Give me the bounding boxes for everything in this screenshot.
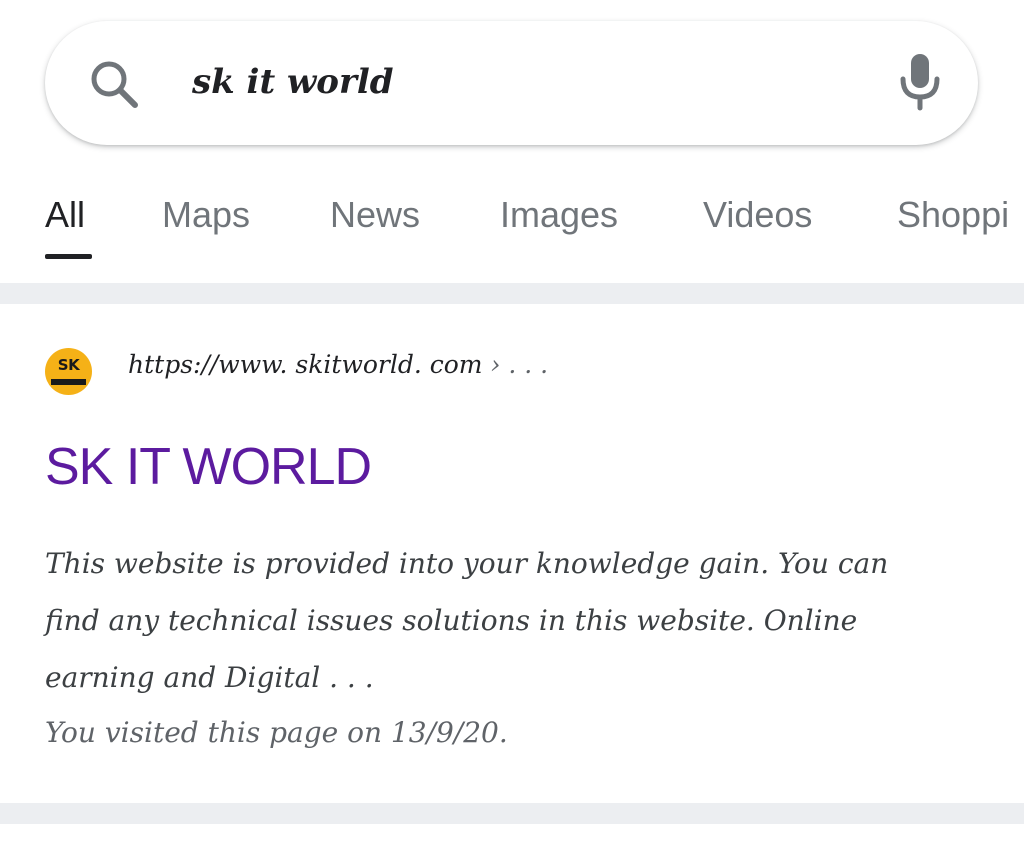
result-title-link[interactable]: SK IT WORLD: [45, 437, 372, 497]
visited-note: You visited this page on 13/9/20.: [45, 716, 508, 749]
divider: [0, 283, 1024, 304]
tab-all[interactable]: All: [45, 194, 85, 236]
favicon-stripe: [51, 379, 86, 385]
result-url[interactable]: https://www. skitworld. com › . . .: [128, 350, 548, 379]
result-snippet: This website is provided into your knowl…: [45, 547, 889, 694]
tab-videos[interactable]: Videos: [703, 194, 812, 236]
active-tab-indicator: [45, 254, 92, 259]
tab-images[interactable]: Images: [500, 194, 618, 236]
tab-news[interactable]: News: [330, 194, 420, 236]
mic-icon[interactable]: [896, 52, 944, 112]
tab-maps[interactable]: Maps: [162, 194, 250, 236]
tab-shopping[interactable]: Shoppi: [897, 194, 1009, 236]
result-url-more: › . . .: [482, 350, 549, 379]
search-icon[interactable]: [88, 58, 140, 110]
divider: [0, 803, 1024, 824]
favicon-text: SK: [57, 356, 80, 374]
result-url-text: https://www. skitworld. com: [128, 350, 483, 379]
search-tabs: All Maps News Images Videos Shoppi: [0, 180, 1024, 280]
search-input[interactable]: [192, 52, 832, 112]
site-favicon: SK: [45, 348, 92, 395]
